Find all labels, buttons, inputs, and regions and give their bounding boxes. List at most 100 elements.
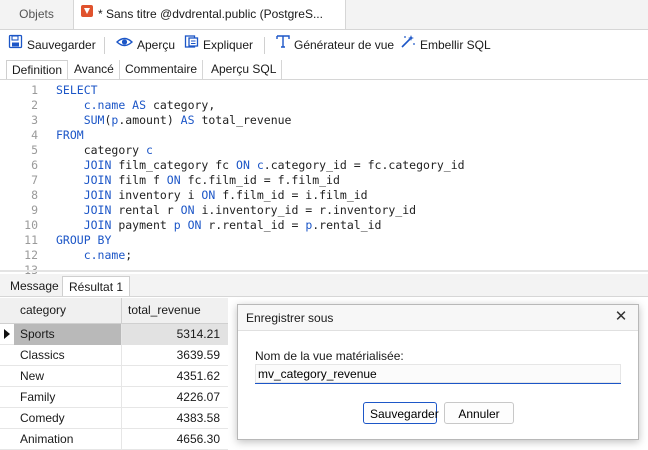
sql-keyword: c — [256, 158, 264, 172]
sql-keyword: AS — [180, 113, 195, 127]
sql-text: r.rental_id = — [201, 218, 306, 232]
table-row[interactable]: New 4351.62 — [0, 366, 228, 387]
sql-keyword: ON — [166, 173, 181, 187]
sql-keyword: c.name — [83, 248, 126, 262]
preview-button[interactable]: Aperçu — [115, 30, 175, 60]
tab-result-1[interactable]: Résultat 1 — [62, 276, 131, 296]
dialog-title: Enregistrer sous — [238, 305, 638, 331]
tab-query[interactable]: * Sans titre @dvdrental.public (PostgreS… — [74, 0, 346, 29]
view-generator-button[interactable]: Générateur de vue — [276, 30, 394, 60]
sql-editor[interactable]: 1 SELECT 2 c.name AS category, 3 SUM(p.amou… — [0, 80, 648, 277]
code-line: 3 SUM(p.amount) AS total_revenue — [0, 113, 291, 128]
cell-category[interactable]: Animation — [14, 429, 122, 450]
sql-text: .amount) — [118, 113, 181, 127]
view-name-input[interactable] — [255, 364, 621, 384]
tab-objets[interactable]: Objets — [0, 0, 74, 29]
sql-text: .rental_id — [312, 218, 382, 232]
cell-category[interactable]: Comedy — [14, 408, 122, 429]
postgres-query-icon — [80, 0, 94, 29]
sql-text: f.film_id = i.film_id — [215, 188, 368, 202]
sql-keyword: JOIN — [83, 188, 112, 202]
table-row[interactable]: Sports 5314.21 — [0, 324, 228, 345]
splitter[interactable] — [0, 270, 648, 272]
explain-icon — [184, 30, 199, 60]
tab-apercu-sql[interactable]: Aperçu SQL — [206, 60, 283, 79]
line-number: 10 — [24, 218, 38, 232]
save-as-dialog: Enregistrer sous ✕ Nom de la vue matéria… — [237, 304, 639, 440]
sql-text: payment — [111, 218, 174, 232]
table-row[interactable]: Animation 4656.30 — [0, 429, 228, 450]
cell-total-revenue[interactable]: 4351.62 — [122, 366, 228, 387]
tab-avance[interactable]: Avancé — [69, 60, 120, 79]
cell-total-revenue[interactable]: 5314.21 — [122, 324, 228, 345]
toolbar: Sauvegarder Aperçu Expliquer Générateur … — [0, 30, 648, 60]
line-number: 11 — [24, 233, 38, 247]
line-number: 6 — [31, 158, 38, 172]
tab-commentaire[interactable]: Commentaire — [120, 60, 204, 79]
sql-keyword: JOIN — [83, 173, 112, 187]
view-generator-icon — [276, 30, 290, 60]
table-row[interactable]: Comedy 4383.58 — [0, 408, 228, 429]
cell-category[interactable]: Sports — [14, 324, 122, 345]
code-line: 4 FROM — [0, 128, 84, 143]
tab-definition[interactable]: Definition — [6, 60, 69, 79]
sql-keyword: c.name — [83, 98, 133, 112]
cell-category[interactable]: New — [14, 366, 122, 387]
cell-total-revenue[interactable]: 4383.58 — [122, 408, 228, 429]
line-number: 8 — [31, 188, 38, 202]
sql-text: i.inventory_id = r.inventory_id — [194, 203, 417, 217]
table-row[interactable]: Classics 3639.59 — [0, 345, 228, 366]
table-row[interactable]: Family 4226.07 — [0, 387, 228, 408]
grid-header: category total_revenue — [0, 298, 228, 324]
code-line: 8 JOIN inventory i ON f.film_id = i.film… — [0, 188, 368, 203]
code-line: 12 c.name; — [0, 248, 132, 263]
line-number: 9 — [31, 203, 38, 217]
code-line: 11 GROUP BY — [0, 233, 111, 248]
cell-total-revenue[interactable]: 4656.30 — [122, 429, 228, 450]
line-number: 1 — [31, 83, 38, 97]
sql-keyword: ON — [201, 188, 216, 202]
column-header-category[interactable]: category — [14, 298, 122, 323]
cell-total-revenue[interactable]: 3639.59 — [122, 345, 228, 366]
line-number: 5 — [31, 143, 38, 157]
toolbar-divider — [264, 37, 265, 54]
definition-tabs: Definition Avancé Commentaire Aperçu SQL — [0, 60, 648, 80]
result-tabs: Message Résultat 1 — [0, 274, 648, 297]
sql-keyword: JOIN — [83, 218, 112, 232]
sql-keyword: ON — [180, 203, 195, 217]
code-line: 5 category c — [0, 143, 153, 158]
code-line: 9 JOIN rental r ON i.inventory_id = r.in… — [0, 203, 416, 218]
close-icon[interactable]: ✕ — [614, 309, 628, 324]
save-button-label: Sauvegarder — [27, 38, 96, 52]
tab-bar: Objets * Sans titre @dvdrental.public (P… — [0, 0, 648, 30]
cell-category[interactable]: Classics — [14, 345, 122, 366]
tab-query-label: * Sans titre @dvdrental.public (PostgreS… — [98, 7, 323, 21]
tab-message[interactable]: Message — [4, 276, 65, 296]
dialog-cancel-button[interactable]: Annuler — [444, 402, 514, 424]
sql-text: film_category fc — [111, 158, 237, 172]
sql-keyword: GROUP BY — [56, 233, 112, 247]
sql-keyword: JOIN — [83, 158, 112, 172]
view-generator-label: Générateur de vue — [294, 38, 395, 52]
save-button[interactable]: Sauvegarder — [8, 30, 96, 60]
save-icon — [8, 30, 23, 60]
cell-category[interactable]: Family — [14, 387, 122, 408]
result-grid[interactable]: category total_revenue Sports 5314.21 Clas… — [0, 298, 228, 450]
explain-button[interactable]: Expliquer — [184, 30, 253, 60]
explain-button-label: Expliquer — [203, 38, 254, 52]
code-line: 10 JOIN payment p ON r.rental_id = p.ren… — [0, 218, 382, 233]
cell-total-revenue[interactable]: 4226.07 — [122, 387, 228, 408]
code-line: 1 SELECT — [0, 83, 97, 98]
dialog-save-button[interactable]: Sauvegarder — [363, 402, 439, 424]
column-header-total-revenue[interactable]: total_revenue — [122, 298, 228, 323]
beautify-sql-button[interactable]: Embellir SQL — [400, 30, 491, 60]
line-number: 7 — [31, 173, 38, 187]
